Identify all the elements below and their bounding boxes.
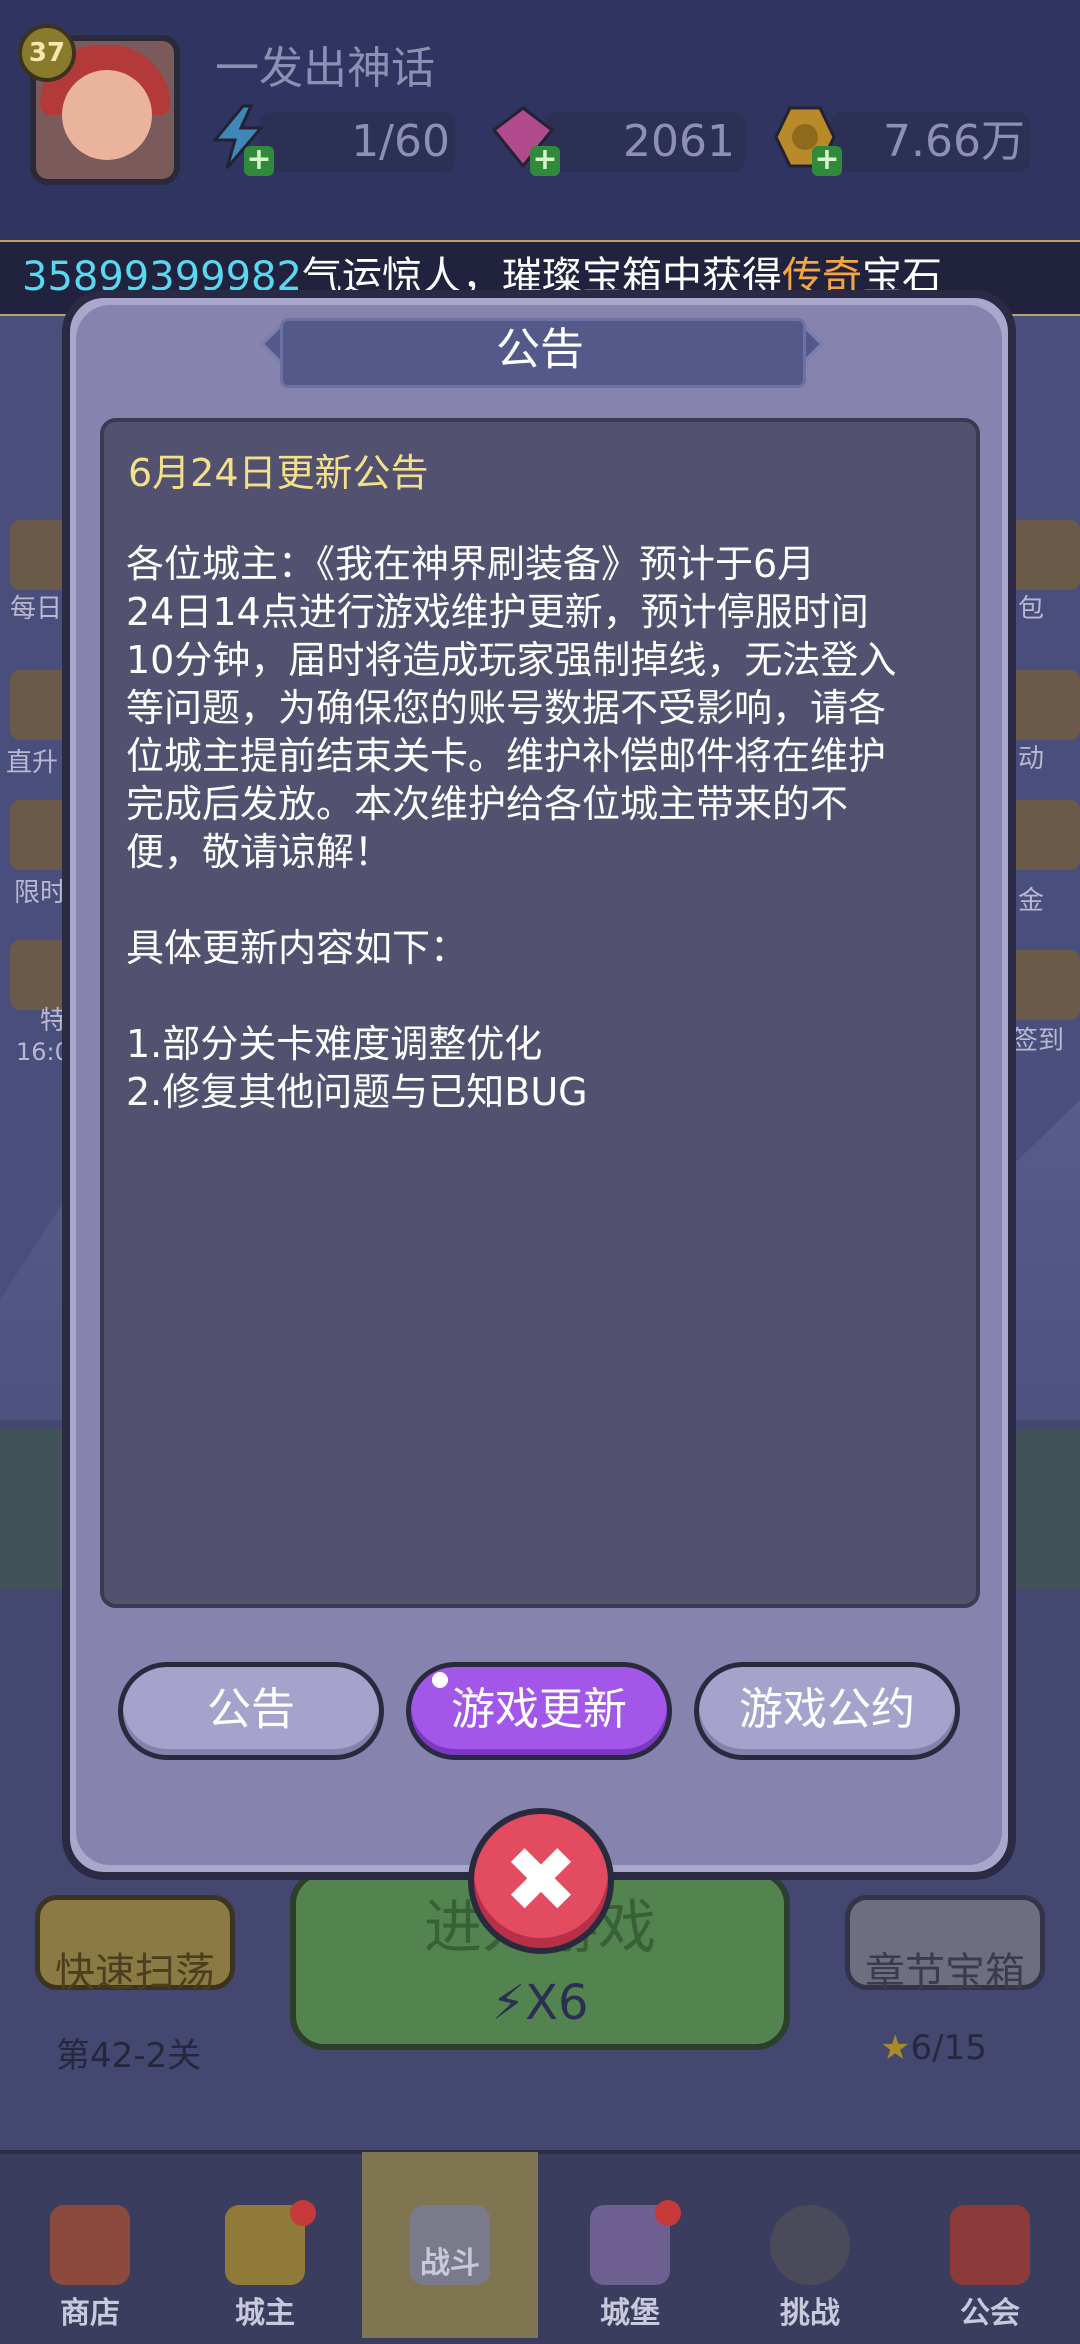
side-label-pack: 包 [1018, 594, 1045, 624]
close-icon: ✖ [503, 1828, 579, 1933]
challenge-icon[interactable] [770, 2205, 850, 2285]
side-pack-icon[interactable] [1010, 520, 1080, 590]
player-name: 一发出神话 [215, 43, 435, 94]
side-label-signin: 签到 [1012, 1026, 1065, 1056]
side-fund-icon[interactable] [1010, 800, 1080, 870]
chapter-progress-value: 6/15 [910, 2028, 987, 2068]
quick-sweep-label: 快速扫荡 [55, 1950, 215, 1996]
side-label-limited: 限时 [14, 878, 67, 908]
side-label-daily: 每日 [10, 594, 63, 624]
energy-cost-value: X6 [525, 1975, 589, 2031]
shop-icon[interactable] [50, 2205, 130, 2285]
bottom-nav [0, 2150, 1080, 2344]
gold-value: 7.66万 [883, 116, 1025, 167]
nav-castle-label[interactable]: 城堡 [570, 2288, 690, 2332]
announcement-body: 各位城主：《我在神界刷装备》预计于6月 24日14点进行游戏维护更新，预计停服时… [126, 542, 897, 1114]
announcement-heading: 6月24日更新公告 [128, 451, 429, 495]
castle-notification-dot [655, 2200, 681, 2226]
chapter-chest-label: 章节宝箱 [865, 1950, 1025, 1996]
lord-notification-dot [290, 2200, 316, 2226]
energy-value: 1/60 [351, 116, 450, 167]
star-icon: ★ [880, 2028, 911, 2068]
side-event-icon[interactable] [1010, 670, 1080, 740]
tab-announcement[interactable]: 公告 [118, 1662, 384, 1760]
chapter-progress: ★6/15 [880, 2028, 987, 2068]
tab-new-indicator [432, 1672, 448, 1688]
side-signin-icon[interactable] [1010, 950, 1080, 1020]
nav-shop-label[interactable]: 商店 [30, 2288, 150, 2332]
side-label-fund: 金 [1018, 886, 1045, 916]
dialog-title: 公告 [496, 324, 584, 375]
gem-value: 2061 [623, 116, 735, 167]
side-label-levelup: 直升 [6, 748, 59, 778]
side-label-event: 动 [1018, 744, 1045, 774]
nav-challenge-label[interactable]: 挑战 [750, 2288, 870, 2332]
avatar-face [62, 70, 152, 160]
nav-guild-label[interactable]: 公会 [930, 2288, 1050, 2332]
stage-label: 第42-2关 [56, 2036, 202, 2076]
tab-game-rules[interactable]: 游戏公约 [694, 1662, 960, 1760]
energy-cost: ⚡X6 [491, 1975, 589, 2031]
level-badge: 37 [18, 24, 76, 82]
nav-lord-label[interactable]: 城主 [205, 2288, 325, 2332]
nav-battle-label[interactable]: 战斗 [390, 2238, 510, 2282]
guild-banner-icon[interactable] [950, 2205, 1030, 2285]
